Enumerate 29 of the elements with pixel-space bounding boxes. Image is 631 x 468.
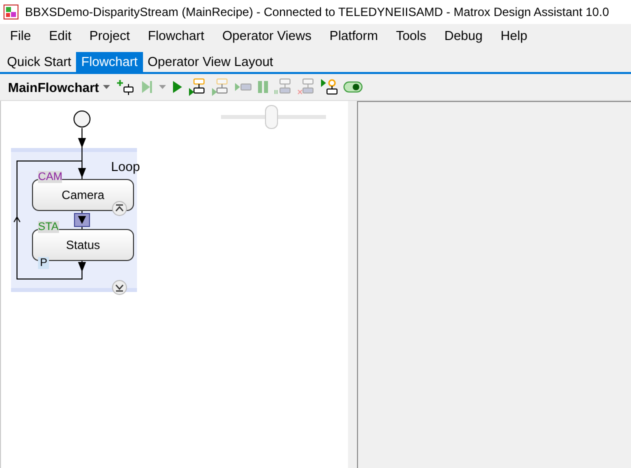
flowchart-dropdown[interactable]: MainFlowchart	[6, 80, 112, 94]
tab[interactable]: Operator View Layout	[142, 52, 278, 72]
menu-item[interactable]: Operator Views	[215, 28, 319, 43]
step-tag: CAM	[38, 171, 62, 183]
tab[interactable]: Quick Start	[2, 52, 76, 72]
collapse-icon[interactable]	[112, 201, 127, 216]
loop-label: Loop	[111, 159, 140, 174]
menu-item[interactable]: File	[3, 28, 38, 43]
window-title: BBXSDemo-DisparityStream (MainRecipe) - Connected to TELEDYNEIISAMD - Matrox Design Assistant 10.0	[25, 5, 609, 19]
start-node-icon	[73, 110, 91, 128]
flowchart-step[interactable]: Camera	[32, 179, 134, 211]
step-into-icon[interactable]	[188, 78, 206, 96]
toggle-switch-icon[interactable]	[343, 81, 364, 93]
step-tag: STA	[38, 221, 59, 233]
menu-item[interactable]: Platform	[322, 28, 385, 43]
play-icon[interactable]	[171, 79, 184, 95]
menu-item[interactable]: Project	[82, 28, 137, 43]
add-step-icon[interactable]	[117, 79, 136, 95]
expand-icon[interactable]	[112, 280, 127, 295]
app-logo-icon	[3, 4, 19, 20]
menu-item[interactable]: Flowchart	[140, 28, 212, 43]
caret-icon	[103, 85, 110, 89]
menu-item[interactable]: Tools	[388, 28, 434, 43]
menu-item[interactable]: Debug	[437, 28, 490, 43]
step-badge: P	[38, 257, 50, 269]
menu-item[interactable]: Edit	[42, 28, 78, 43]
menu-item[interactable]: Help	[494, 28, 534, 43]
tab[interactable]: Flowchart	[76, 52, 143, 72]
start-here-icon[interactable]	[320, 78, 338, 96]
